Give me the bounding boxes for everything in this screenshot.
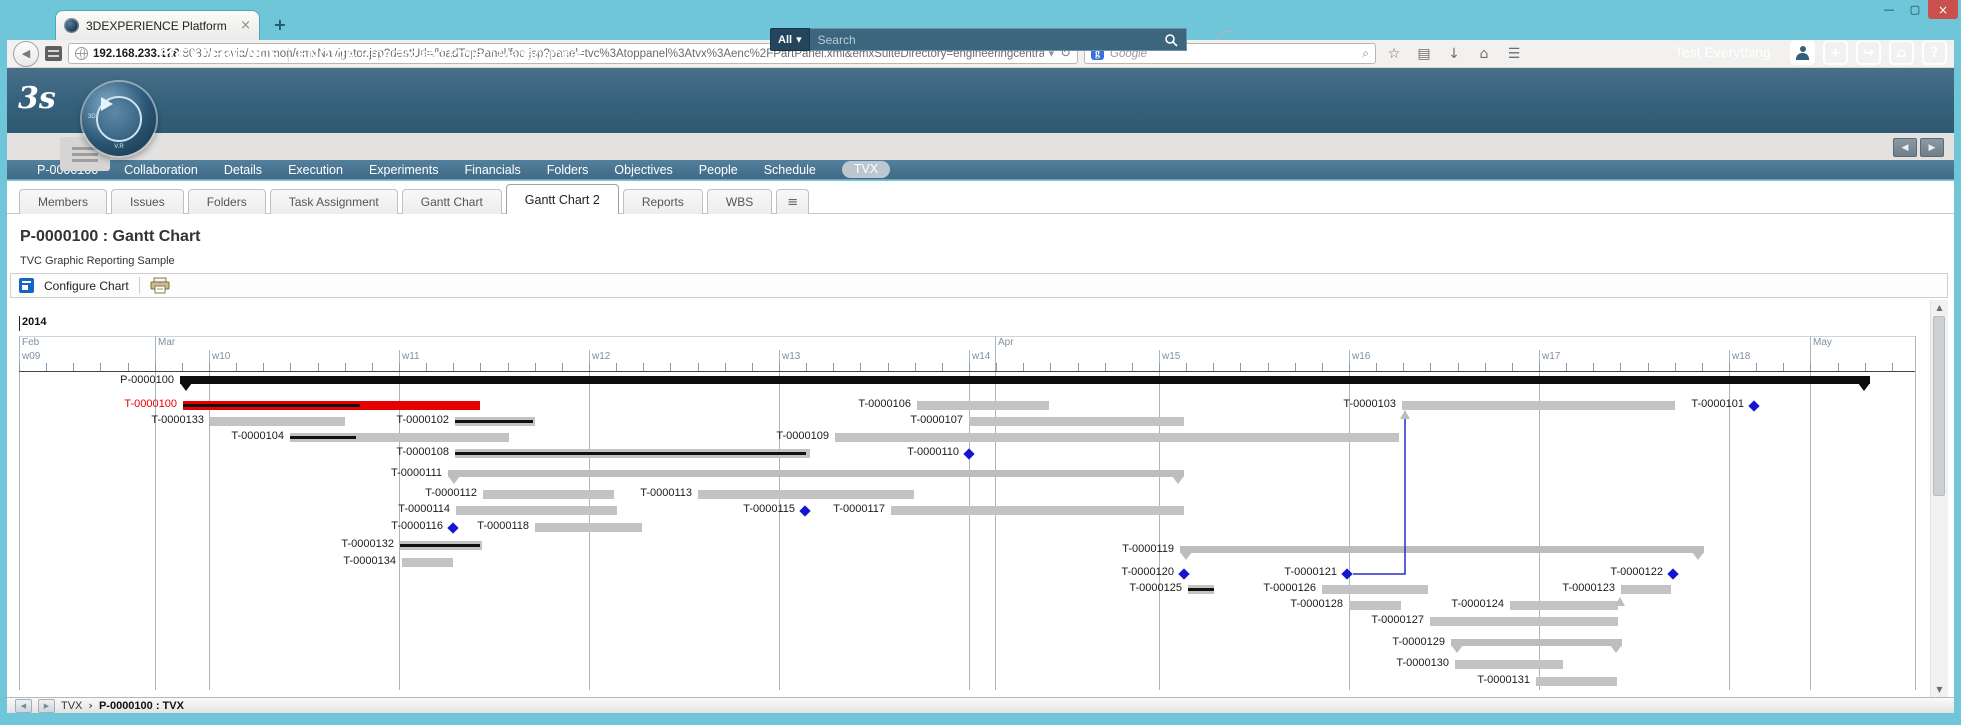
tab-title: 3DEXPERIENCE Platform: [86, 19, 234, 33]
tab-scroll-buttons: ◀ ▶: [1893, 138, 1944, 157]
portal-home-icon[interactable]: ⌂: [1889, 40, 1914, 65]
tab-reports[interactable]: Reports: [623, 189, 703, 214]
configure-chart-icon: [19, 278, 34, 293]
svg-text:3s: 3s: [18, 81, 56, 116]
app-header: [7, 68, 1954, 133]
site-globe-icon: [75, 47, 88, 60]
configure-chart-button[interactable]: Configure Chart: [44, 279, 129, 293]
tab-overflow-menu[interactable]: ≡: [776, 189, 809, 214]
tab-scroll-left-button[interactable]: ◀: [1893, 138, 1917, 157]
scroll-down-icon[interactable]: ▼: [1931, 682, 1948, 697]
profile-icon[interactable]: [1790, 40, 1815, 65]
bookmarks-list-icon[interactable]: ▤: [1412, 46, 1436, 62]
nav-item-tvx[interactable]: TVX: [842, 161, 890, 178]
secondary-strip: [7, 133, 1954, 160]
bookmark-star-icon[interactable]: ☆: [1382, 46, 1406, 62]
downloads-icon[interactable]: ↓: [1442, 46, 1466, 62]
page-title: P-0000100 : Gantt Chart: [20, 228, 201, 246]
minimize-button[interactable]: —: [1876, 0, 1902, 19]
scope-caret-icon: ▾: [796, 33, 802, 46]
tab-close-icon[interactable]: ×: [240, 18, 251, 33]
nav-item-details[interactable]: Details: [224, 163, 262, 177]
vertical-scrollbar[interactable]: ▲ ▼: [1930, 300, 1948, 697]
global-search: All ▾ Search: [770, 28, 1187, 51]
chart-toolbar: Configure Chart: [10, 273, 1948, 298]
search-scope-dropdown[interactable]: All ▾: [770, 28, 810, 51]
nav-item-collaboration[interactable]: Collaboration: [124, 163, 198, 177]
nav-item-objectives[interactable]: Objectives: [614, 163, 672, 177]
search-icon[interactable]: [1164, 33, 1178, 47]
tab-gantt-chart-2[interactable]: Gantt Chart 2: [506, 184, 619, 214]
nav-item-experiments[interactable]: Experiments: [369, 163, 438, 177]
search-placeholder: Search: [818, 33, 856, 47]
add-icon[interactable]: +: [1823, 40, 1848, 65]
tab-folders[interactable]: Folders: [188, 189, 266, 214]
maximize-button[interactable]: ▢: [1902, 0, 1928, 19]
tab-issues[interactable]: Issues: [111, 189, 184, 214]
tab-wbs[interactable]: WBS: [707, 189, 772, 214]
breadcrumb-separator: ›: [88, 699, 93, 712]
bookmarks-icon[interactable]: [45, 46, 62, 61]
nav-item-financials[interactable]: Financials: [464, 163, 520, 177]
breadcrumb-root[interactable]: TVX: [61, 700, 82, 712]
brand-suite: Program and Project Management: [361, 47, 583, 63]
browser-window: { "window": { "tab_title": "3DEXPERIENCE…: [0, 0, 1961, 725]
dassault-3ds-logo: 3s: [16, 78, 60, 123]
browser-tab[interactable]: 3DEXPERIENCE Platform ×: [55, 10, 260, 40]
menu-icon[interactable]: ☰: [1502, 46, 1526, 62]
status-bar: ◀ ▶ TVX › P-0000100 : TVX: [7, 697, 1954, 713]
search-swoosh-icon: [1215, 26, 1237, 47]
breadcrumb-current: P-0000100 : TVX: [99, 700, 184, 712]
tab-scroll-right-button[interactable]: ▶: [1920, 138, 1944, 157]
history-forward-button[interactable]: ▶: [38, 699, 55, 713]
scroll-up-icon[interactable]: ▲: [1931, 300, 1948, 315]
back-button[interactable]: ◀: [13, 41, 39, 67]
nav-item-folders[interactable]: Folders: [547, 163, 589, 177]
brand-3dexperience: 3DEXPERIENCE: [160, 46, 279, 63]
user-name[interactable]: Test Everything: [1675, 44, 1771, 60]
header-action-icons: + ↪ ⌂ ?: [1790, 40, 1947, 65]
compass-logo[interactable]: V.R3D: [82, 82, 156, 156]
share-icon[interactable]: ↪: [1856, 40, 1881, 65]
history-back-button[interactable]: ◀: [15, 699, 32, 713]
new-tab-button[interactable]: +: [268, 14, 292, 34]
nav-item-schedule[interactable]: Schedule: [764, 163, 816, 177]
page-subtitle: TVC Graphic Reporting Sample: [20, 255, 175, 267]
help-icon[interactable]: ?: [1922, 40, 1947, 65]
close-button[interactable]: ×: [1928, 0, 1958, 19]
sub-tab-bar: MembersIssuesFoldersTask AssignmentGantt…: [7, 186, 1954, 214]
search-magnifier-icon[interactable]: ⌕: [1362, 46, 1369, 61]
tab-gantt-chart[interactable]: Gantt Chart: [402, 189, 502, 214]
home-icon[interactable]: ⌂: [1472, 46, 1496, 62]
category-nav-bar: P-0000100CollaborationDetailsExecutionEx…: [7, 160, 1954, 180]
scrollbar-thumb[interactable]: [1933, 316, 1945, 496]
brand-enovia: ENOVIA: [297, 46, 356, 63]
nav-item-people[interactable]: People: [699, 163, 738, 177]
tab-task-assignment[interactable]: Task Assignment: [270, 189, 398, 214]
global-search-input[interactable]: Search: [810, 28, 1187, 51]
content-area: [7, 181, 1954, 713]
print-icon[interactable]: [150, 277, 170, 294]
nav-item-execution[interactable]: Execution: [288, 163, 343, 177]
tab-favicon-icon: [64, 18, 79, 33]
brand-title: 3DEXPERIENCE|ENOVIA Program and Project …: [160, 46, 582, 63]
tab-members[interactable]: Members: [19, 189, 107, 214]
